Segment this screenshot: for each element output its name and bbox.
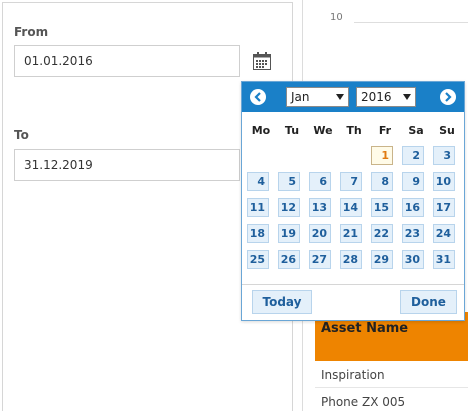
calendar-icon[interactable] [252, 51, 272, 71]
day-cell[interactable]: 14 [340, 198, 362, 217]
row-divider [315, 387, 468, 388]
day-cell[interactable]: 24 [433, 224, 455, 243]
day-cell[interactable]: 11 [247, 198, 269, 217]
day-cell[interactable]: 28 [340, 250, 362, 269]
weekday-row: Mo Tu We Th Fr Sa Su [246, 124, 462, 140]
asset-name-header: Asset Name [321, 321, 409, 336]
day-cell[interactable]: 9 [402, 172, 424, 191]
day-cell[interactable]: 5 [278, 172, 300, 191]
chevron-left-icon[interactable] [250, 89, 266, 105]
table-row[interactable]: Inspiration [321, 368, 385, 382]
day-cell[interactable]: 20 [309, 224, 331, 243]
day-cell[interactable]: 26 [278, 250, 300, 269]
day-cell[interactable]: 29 [371, 250, 393, 269]
day-cell[interactable]: 23 [402, 224, 424, 243]
weekday-label: Th [346, 124, 362, 137]
day-cell[interactable]: 13 [309, 198, 331, 217]
day-cell[interactable]: 22 [371, 224, 393, 243]
day-cell[interactable]: 3 [433, 146, 455, 165]
day-cell[interactable]: 30 [402, 250, 424, 269]
done-button[interactable]: Done [400, 290, 457, 314]
day-cell[interactable]: 7 [340, 172, 362, 191]
weekday-label: We [313, 124, 333, 137]
chevron-right-icon[interactable] [440, 89, 456, 105]
weekday-label: Fr [378, 124, 392, 137]
month-value: Jan [291, 90, 310, 104]
datepicker-popup: Jan 2016 Mo Tu We Th Fr Sa Su 1 2 3 4 5 6 7 8 9 10 11 12 1… [241, 81, 465, 321]
day-cell[interactable]: 16 [402, 198, 424, 217]
chevron-down-icon [403, 94, 411, 100]
day-cell[interactable]: 4 [247, 172, 269, 191]
to-date-input[interactable]: 31.12.2019 [14, 149, 240, 181]
day-cell[interactable]: 25 [247, 250, 269, 269]
day-cell[interactable]: 12 [278, 198, 300, 217]
weekday-label: Mo [251, 124, 271, 137]
day-cell[interactable]: 15 [371, 198, 393, 217]
day-cell[interactable]: 8 [371, 172, 393, 191]
day-cell[interactable]: 10 [433, 172, 455, 191]
to-label: To [14, 128, 29, 142]
chevron-down-icon [336, 94, 344, 100]
axis-tick-label: 10 [330, 12, 343, 23]
month-select[interactable]: Jan [286, 87, 349, 107]
today-button[interactable]: Today [252, 290, 312, 314]
day-cell[interactable]: 17 [433, 198, 455, 217]
day-cell[interactable]: 6 [309, 172, 331, 191]
day-cell[interactable]: 21 [340, 224, 362, 243]
day-cell[interactable]: 27 [309, 250, 331, 269]
day-cell[interactable]: 19 [278, 224, 300, 243]
from-date-input[interactable]: 01.01.2016 [14, 45, 240, 77]
axis-gridline [354, 22, 468, 23]
weekday-label: Sa [408, 124, 424, 137]
weekday-label: Su [439, 124, 455, 137]
table-row[interactable]: Phone ZX 005 [321, 395, 405, 409]
day-cell[interactable]: 2 [402, 146, 424, 165]
day-cell[interactable]: 18 [247, 224, 269, 243]
day-cell[interactable]: 31 [433, 250, 455, 269]
datepicker-divider [242, 284, 464, 285]
day-cell[interactable]: 1 [371, 146, 393, 165]
year-value: 2016 [361, 90, 392, 104]
weekday-label: Tu [284, 124, 300, 137]
year-select[interactable]: 2016 [356, 87, 416, 107]
datepicker-header: Jan 2016 [242, 82, 464, 112]
from-label: From [14, 25, 49, 39]
